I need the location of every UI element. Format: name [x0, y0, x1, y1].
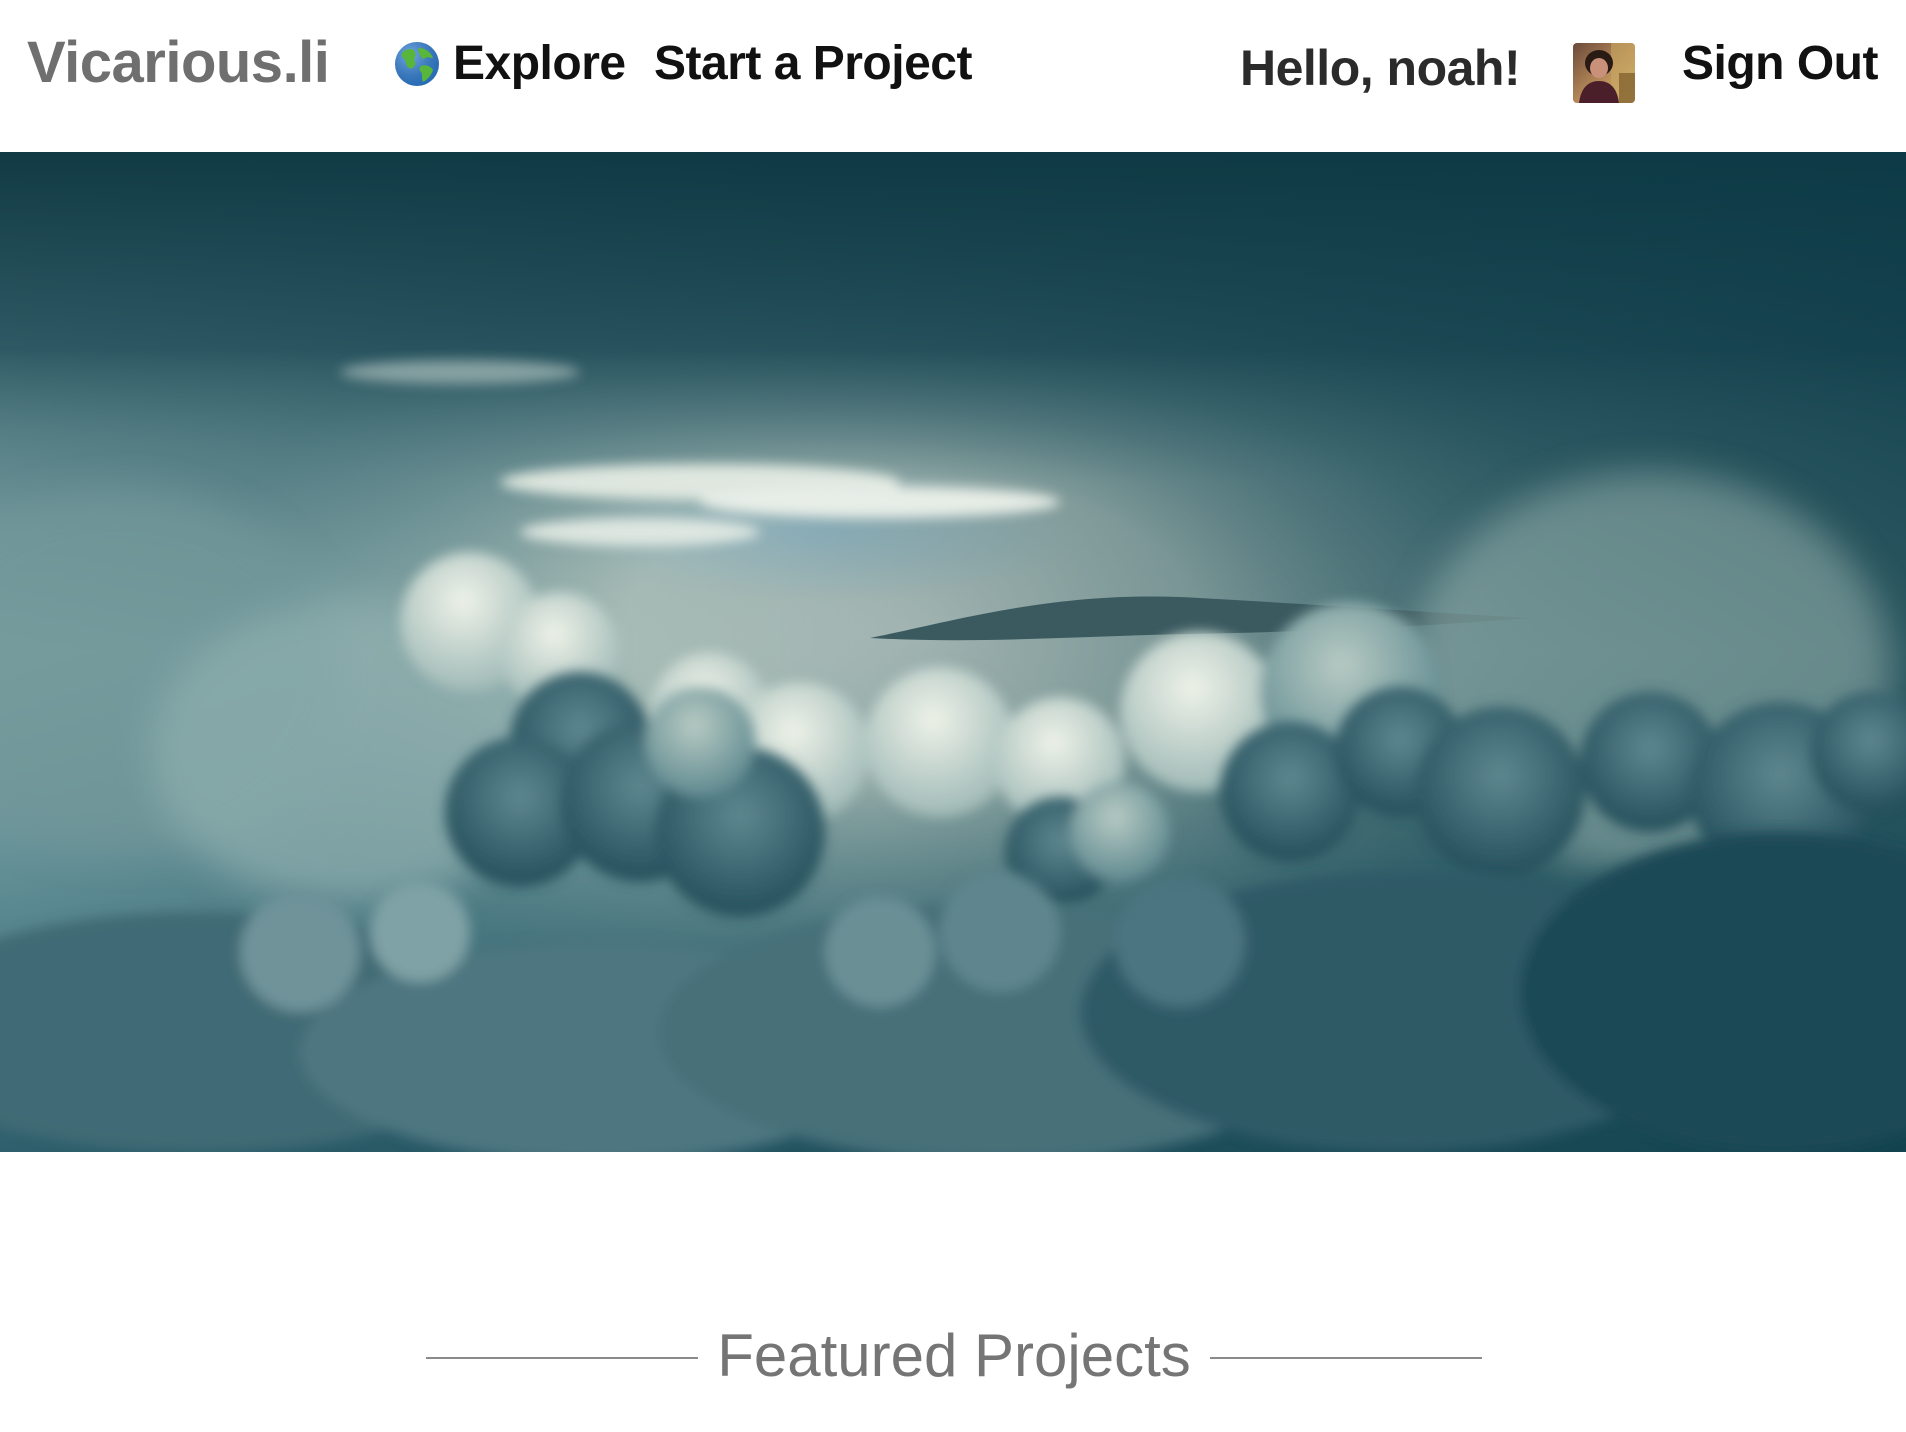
title-divider-left: [426, 1357, 698, 1359]
cloud-sky-image: [0, 152, 1906, 1152]
nav-explore-link[interactable]: Explore: [393, 32, 626, 96]
featured-projects-header: Featured Projects: [0, 1316, 1906, 1396]
top-navigation: Vicarious.li Explore Start a Project Hel…: [0, 0, 1906, 152]
avatar-photo-icon: [1573, 43, 1635, 103]
hero-banner: [0, 152, 1906, 1152]
user-avatar[interactable]: [1573, 43, 1635, 103]
nav-start-project-link[interactable]: Start a Project: [654, 32, 972, 96]
sign-out-link[interactable]: Sign Out: [1682, 32, 1878, 96]
title-divider-right: [1210, 1357, 1482, 1359]
brand-logo-link[interactable]: Vicarious.li: [27, 28, 330, 98]
nav-explore-label: Explore: [453, 37, 626, 90]
globe-icon: [395, 42, 439, 86]
section-title: Featured Projects: [717, 1322, 1191, 1389]
user-greeting: Hello, noah!: [1240, 40, 1521, 96]
